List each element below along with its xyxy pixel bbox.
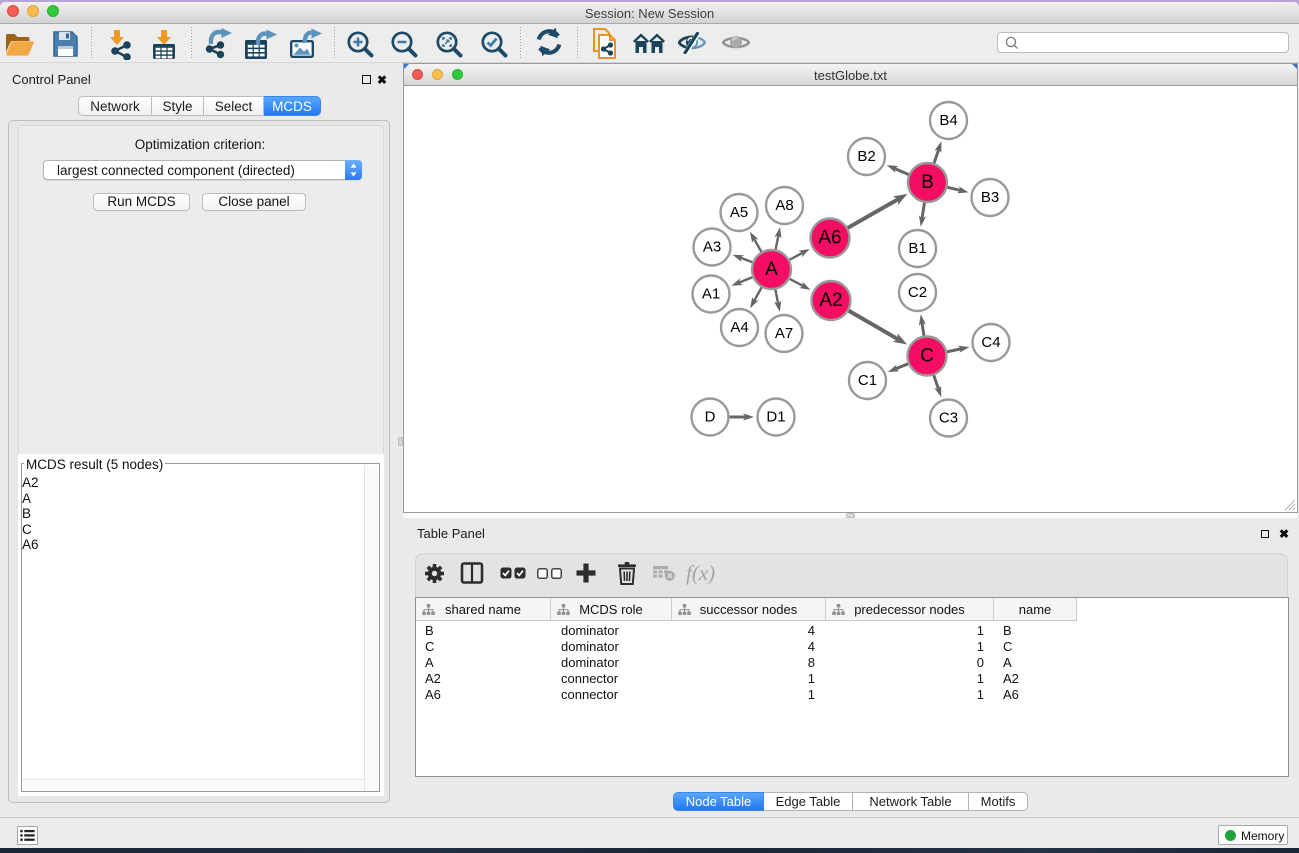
svg-text:A7: A7 bbox=[775, 325, 793, 342]
svg-text:A5: A5 bbox=[730, 204, 748, 221]
svg-text:C2: C2 bbox=[908, 284, 927, 301]
svg-text:C3: C3 bbox=[939, 410, 958, 427]
svg-text:A8: A8 bbox=[775, 197, 793, 214]
svg-text:A3: A3 bbox=[703, 239, 721, 256]
svg-text:C4: C4 bbox=[981, 334, 1000, 351]
svg-text:C1: C1 bbox=[858, 372, 877, 389]
svg-text:A1: A1 bbox=[702, 286, 720, 303]
svg-text:A4: A4 bbox=[730, 319, 748, 336]
svg-text:D1: D1 bbox=[766, 409, 785, 426]
svg-text:A6: A6 bbox=[818, 228, 841, 249]
svg-text:A2: A2 bbox=[819, 290, 842, 311]
svg-text:B1: B1 bbox=[908, 240, 926, 257]
svg-text:B: B bbox=[921, 172, 934, 193]
svg-text:B3: B3 bbox=[981, 189, 999, 206]
svg-text:B4: B4 bbox=[939, 112, 957, 129]
svg-text:C: C bbox=[920, 346, 934, 367]
svg-text:B2: B2 bbox=[857, 148, 875, 165]
svg-text:A: A bbox=[765, 259, 778, 280]
svg-text:D: D bbox=[705, 409, 716, 426]
